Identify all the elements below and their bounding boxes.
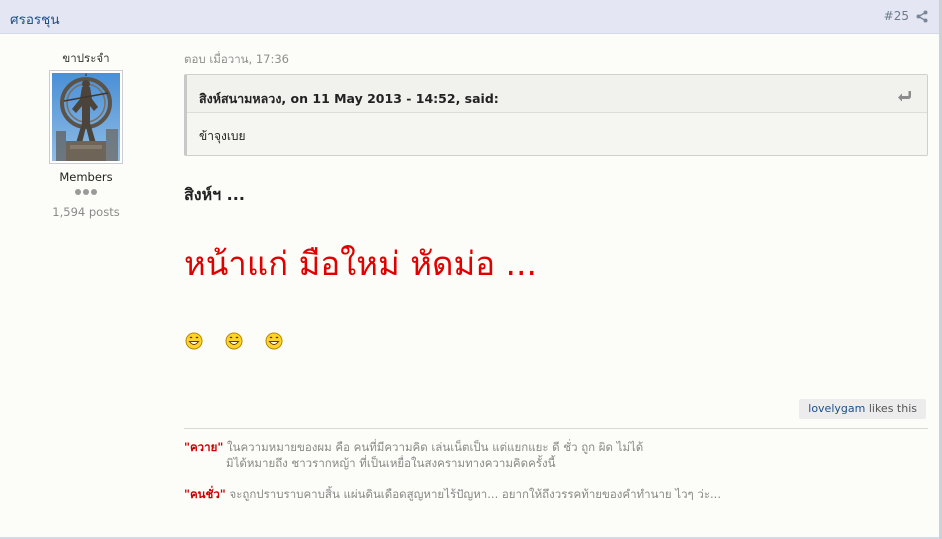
smiley-row <box>184 332 294 352</box>
forum-post: ศรอรชุน #25 ขาประจำ Members 1,594 posts … <box>0 0 942 539</box>
post-header: ศรอรชุน #25 <box>0 0 939 34</box>
member-title: ขาประจำ <box>62 51 110 65</box>
signature-text: จะถูกปราบราบคาบสิ้น แผ่นดินเดือดสูญหายไร… <box>225 487 721 501</box>
share-icon[interactable] <box>916 10 928 23</box>
quote-body: ข้าจุงเบย <box>199 129 246 143</box>
likes-bar: lovelygam likes this <box>799 399 926 419</box>
view-quoted-post-icon[interactable] <box>897 90 913 102</box>
biggrin-icon <box>225 332 243 350</box>
avatar-statue-image <box>52 72 120 161</box>
post-number-link[interactable]: #25 <box>884 9 909 23</box>
likes-suffix: likes this <box>865 402 917 415</box>
author-name-link[interactable]: ศรอรชุน <box>10 8 60 30</box>
signature-divider <box>184 428 928 429</box>
quote-block: สิงห์สนามหลวง, on 11 May 2013 - 14:52, s… <box>184 74 928 156</box>
signature-text: มิได้หมายถึง ชาวรากหญ้า ที่เป็นเหยื่อในส… <box>226 456 556 470</box>
liker-link[interactable]: lovelygam <box>808 402 865 415</box>
signature-keyword: "ควาย" <box>184 440 224 454</box>
quote-citation: สิงห์สนามหลวง, on 11 May 2013 - 14:52, s… <box>199 91 499 106</box>
rank-pips <box>75 189 97 195</box>
quote-header: สิงห์สนามหลวง, on 11 May 2013 - 14:52, s… <box>187 75 927 113</box>
member-group: Members <box>59 170 113 184</box>
post-text-large-red: หน้าแก่ มือใหม่ หัดม่อ ... <box>184 244 537 283</box>
post-count: 1,594 posts <box>52 205 120 219</box>
signature-paragraph-1: "ควาย" ในความหมายของผม คือ คนที่มีความคิ… <box>184 439 643 471</box>
biggrin-icon <box>265 332 283 350</box>
biggrin-icon <box>185 332 203 350</box>
post-text-line: สิงห์ฯ ... <box>184 185 245 204</box>
signature-keyword: "คนชั่ว" <box>184 487 226 501</box>
signature-text: ในความหมายของผม คือ คนที่มีความคิด เล่นเ… <box>223 440 644 454</box>
avatar[interactable] <box>49 70 123 164</box>
signature-paragraph-2: "คนชั่ว" จะถูกปราบราบคาบสิ้น แผ่นดินเดือ… <box>184 486 721 504</box>
post-date: ตอบ เมื่อวาน, 17:36 <box>184 52 289 66</box>
